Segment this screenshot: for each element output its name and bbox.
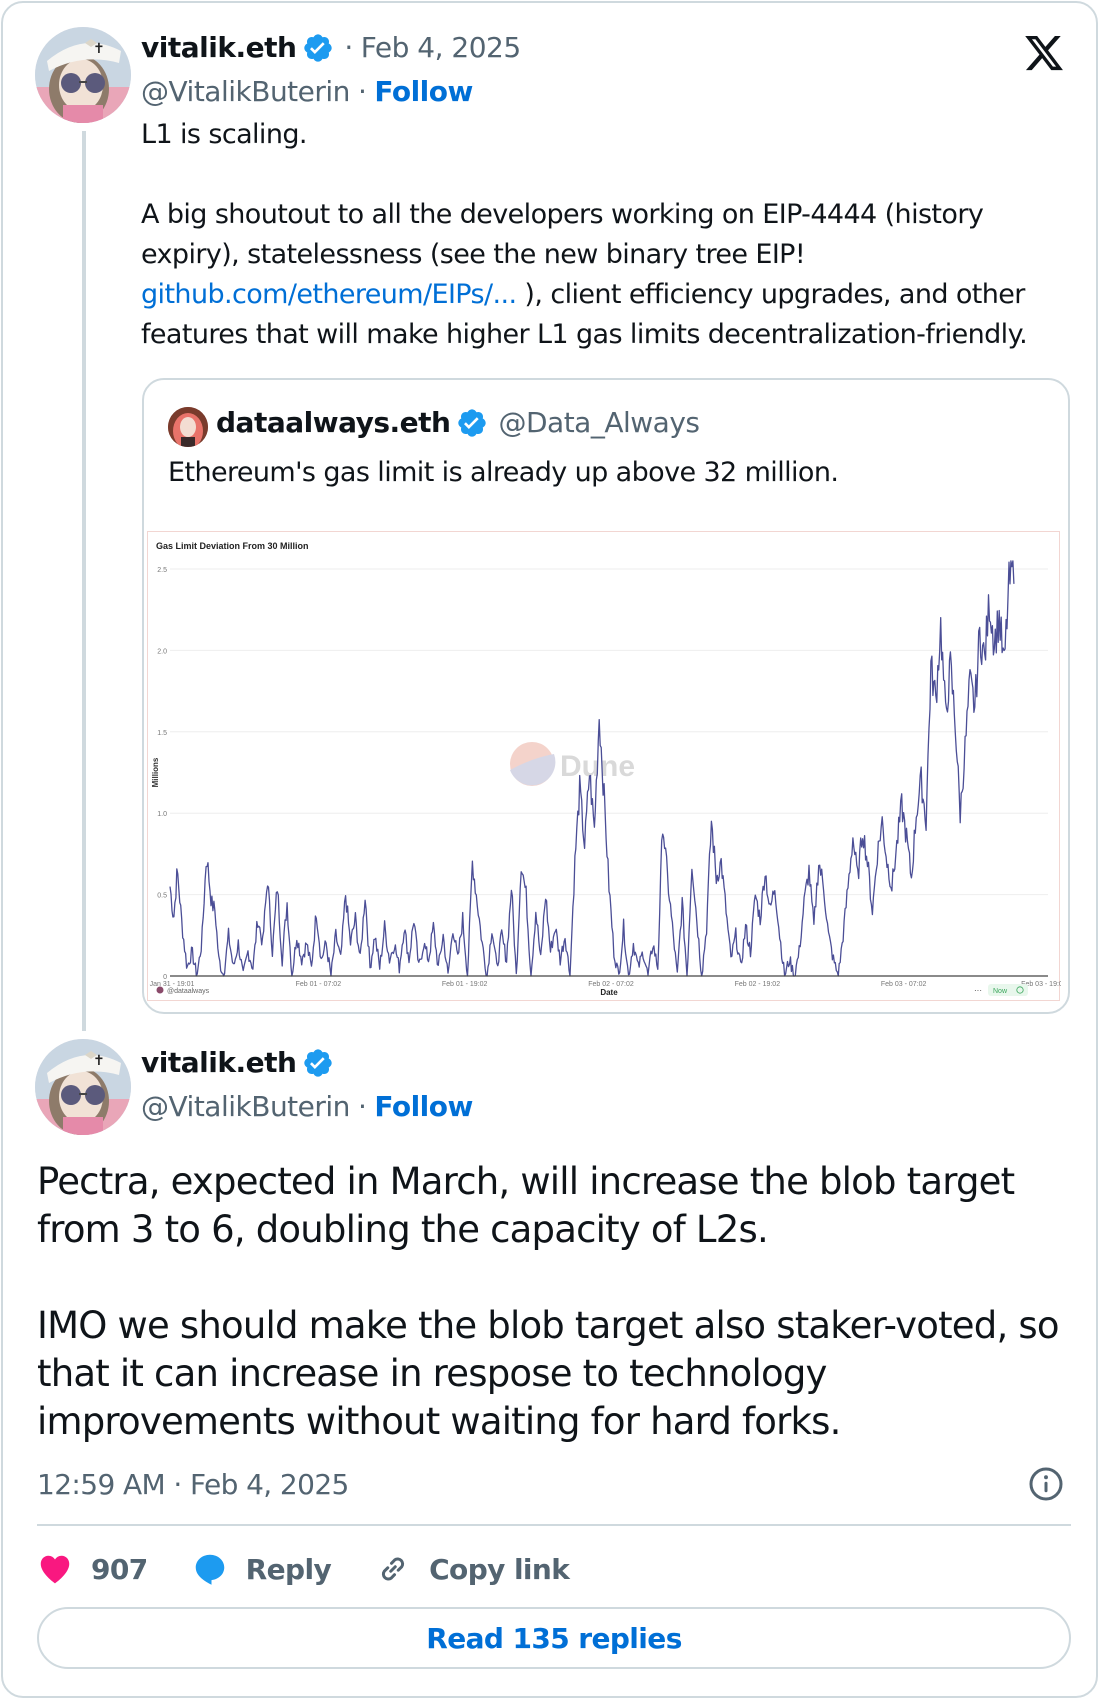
link-chain-icon xyxy=(382,1557,405,1581)
status-badge-label: Now xyxy=(993,988,1008,995)
verified-badge-icon xyxy=(304,33,333,62)
avatar-vitalik[interactable]: ✝ xyxy=(35,1039,131,1135)
eip-github-link[interactable]: github.com/ethereum/EIPs/... xyxy=(141,279,517,310)
y-tick-label: 1.0 xyxy=(157,811,167,818)
y-tick-label: 0 xyxy=(163,974,167,981)
divider xyxy=(37,1524,1071,1526)
tweet2-handle-row: @VitalikButerin · Follow xyxy=(141,1090,473,1123)
tweet-embed-card: ✝ vitalik.eth · Feb 4, 2025 @VitalikBute… xyxy=(1,1,1098,1698)
y-tick-label: 2.0 xyxy=(157,648,167,655)
follow-button[interactable]: Follow xyxy=(374,1090,473,1123)
dune-watermark: Dune xyxy=(510,742,635,786)
tweet1-line1: L1 is scaling. xyxy=(141,119,307,150)
chart-x-ticks: Jan 31 - 19:01 Feb 01 - 07:02 Feb 01 - 19:… xyxy=(150,981,1061,988)
tweet2-paragraph1: Pectra, expected in March, will increase… xyxy=(37,1160,1015,1251)
author-handle[interactable]: @VitalikButerin xyxy=(141,1090,350,1123)
copy-link-label: Copy link xyxy=(429,1552,570,1586)
tweet2-body: Pectra, expected in March, will increase… xyxy=(37,1158,1077,1446)
y-tick-label: 0.5 xyxy=(157,893,167,900)
author-display-name[interactable]: vitalik.eth xyxy=(141,31,297,64)
separator-dot: · xyxy=(357,75,367,108)
tweet2-author-row: vitalik.eth xyxy=(141,1046,334,1079)
avatar-image: ✝ xyxy=(35,27,131,123)
x-tick-label: Feb 01 - 19:02 xyxy=(442,981,488,988)
author-display-name[interactable]: vitalik.eth xyxy=(141,1046,297,1079)
x-tick-label: Jan 31 - 19:01 xyxy=(150,981,195,988)
quote-author-display-name: dataalways.eth xyxy=(216,406,451,439)
quote-text: Ethereum's gas limit is already up above… xyxy=(168,457,839,488)
avatar-vitalik[interactable]: ✝ xyxy=(35,27,131,123)
tweet-timestamp[interactable]: 12:59 AM · Feb 4, 2025 xyxy=(37,1468,349,1501)
heart-icon xyxy=(40,1555,70,1584)
tweet1-paragraph2: A big shoutout to all the developers wor… xyxy=(141,195,1071,355)
reply-bubble-icon xyxy=(195,1554,224,1585)
tweet1-author-row: vitalik.eth · Feb 4, 2025 xyxy=(141,31,521,64)
reply-label: Reply xyxy=(245,1552,332,1586)
chart-title: Gas Limit Deviation From 30 Million xyxy=(156,541,309,551)
x-tick-label: Feb 02 - 19:02 xyxy=(735,981,781,988)
verified-badge-icon xyxy=(304,1048,333,1077)
thread-connector-line xyxy=(82,131,86,1031)
gas-limit-chart: Gas Limit Deviation From 30 Million 0 0.5… xyxy=(147,531,1061,1001)
quote-author-handle: @Data_Always xyxy=(498,406,700,439)
chart-x-axis-label: Date xyxy=(600,988,618,997)
separator-dot: · xyxy=(344,31,353,64)
svg-text:✝: ✝ xyxy=(93,1053,105,1069)
quoted-tweet[interactable]: dataalways.eth @Data_Always Ethereum's g… xyxy=(142,378,1070,1014)
avatar-image: ✝ xyxy=(35,1039,131,1135)
reply-button[interactable]: Reply xyxy=(192,1551,332,1587)
tweet1-body: L1 is scaling. A big shoutout to all the… xyxy=(141,115,1071,355)
x-tick-label: Feb 01 - 07:02 xyxy=(296,981,342,988)
credit-avatar-icon xyxy=(156,986,164,994)
chart-gridlines xyxy=(170,568,1048,896)
tweet2-paragraph2: IMO we should make the blob target also … xyxy=(37,1304,1059,1443)
avatar-image xyxy=(168,407,208,447)
chart-more-menu[interactable]: ··· xyxy=(974,986,982,995)
verified-badge-icon xyxy=(458,408,487,437)
like-count: 907 xyxy=(91,1552,148,1586)
tweet1-handle-row: @VitalikButerin · Follow xyxy=(141,75,473,108)
author-handle[interactable]: @VitalikButerin xyxy=(141,75,350,108)
chart-credit: @dataalways xyxy=(167,988,210,995)
x-tick-label: Feb 02 - 07:02 xyxy=(588,981,634,988)
separator-dot: · xyxy=(357,1090,367,1123)
y-tick-label: 1.5 xyxy=(157,730,167,737)
y-tick-label: 2.5 xyxy=(157,567,167,574)
read-replies-button[interactable]: Read 135 replies xyxy=(37,1607,1071,1669)
chart-y-axis-label: Millions xyxy=(151,757,160,787)
quote-author-row: dataalways.eth @Data_Always xyxy=(216,406,700,439)
info-icon[interactable] xyxy=(1028,1466,1064,1502)
action-bar: 907 Reply Copy link xyxy=(37,1544,613,1594)
tweet1-para2-part1: A big shoutout to all the developers wor… xyxy=(141,199,984,270)
avatar-dataalways[interactable] xyxy=(168,407,208,447)
follow-button[interactable]: Follow xyxy=(374,75,473,108)
x-logo-icon[interactable] xyxy=(1021,32,1067,74)
copy-link-button[interactable]: Copy link xyxy=(375,1551,570,1587)
chart-canvas: Gas Limit Deviation From 30 Million 0 0.5… xyxy=(150,541,1061,997)
svg-text:✝: ✝ xyxy=(93,41,105,57)
like-button[interactable]: 907 xyxy=(37,1551,148,1587)
tweet1-date[interactable]: Feb 4, 2025 xyxy=(361,31,521,64)
x-tick-label: Feb 03 - 07:02 xyxy=(881,981,927,988)
